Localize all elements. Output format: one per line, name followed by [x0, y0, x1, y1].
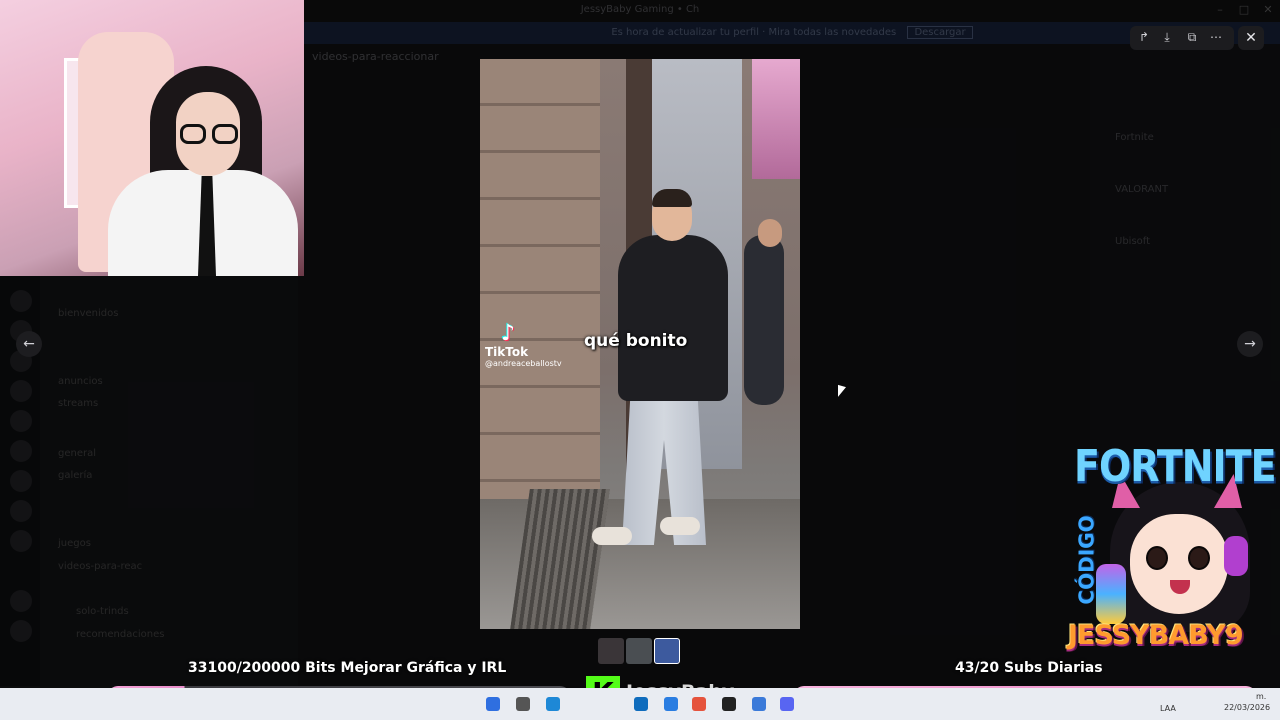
headphone-icon [1224, 536, 1248, 576]
edge-icon[interactable] [546, 697, 560, 711]
input-language[interactable]: LAA [1160, 704, 1176, 713]
server-icon[interactable] [10, 290, 32, 312]
channel-item[interactable]: recomendaciones [76, 629, 164, 640]
media-thumbnail[interactable] [598, 638, 624, 664]
tiktok-icon: ♪ [500, 321, 516, 346]
channel-item[interactable]: general [58, 448, 96, 459]
avatar-face [1130, 514, 1228, 614]
server-icon[interactable] [10, 500, 32, 522]
webcam-feed [0, 0, 304, 276]
server-icon[interactable] [10, 530, 32, 552]
open-external-icon[interactable]: ⧉ [1183, 30, 1201, 45]
server-icon[interactable] [10, 440, 32, 462]
background-person-head [758, 219, 782, 247]
next-media-button[interactable]: → [1237, 331, 1263, 357]
pink-sign [752, 59, 800, 179]
codigo-label: CÓDIGO [1074, 515, 1099, 605]
channel-item[interactable]: videos-para-reac [58, 561, 142, 572]
outlook-icon[interactable] [634, 697, 648, 711]
llama-pinata-icon [1096, 564, 1126, 624]
maximize-button[interactable]: □ [1236, 3, 1252, 16]
man-jacket [618, 235, 728, 401]
glasses [180, 124, 240, 146]
discord-icon[interactable] [780, 697, 794, 711]
forward-icon[interactable]: ↱ [1135, 30, 1153, 44]
channel-item[interactable]: bienvenidos [58, 308, 118, 319]
clock-time: m. [1256, 692, 1267, 701]
fortnite-code-promo: FORTNITE CÓDIGO JESSYBABY9 [1050, 440, 1277, 668]
notepad-icon[interactable] [752, 697, 766, 711]
stone-wall [480, 59, 600, 529]
video-caption: qué bonito [584, 331, 688, 351]
channel-item[interactable]: galería [58, 470, 92, 481]
server-icon[interactable] [10, 470, 32, 492]
man-hair [652, 189, 692, 207]
member-item[interactable]: Fortnite [1115, 132, 1154, 143]
search-icon[interactable] [516, 697, 530, 711]
shoe [660, 517, 700, 535]
member-item[interactable]: Ubisoft [1115, 236, 1150, 247]
tiktok-username: @andreaceballostv [485, 359, 562, 368]
avatar-eye [1146, 546, 1168, 570]
media-thumbnail[interactable] [626, 638, 652, 664]
channel-name: videos-para-reaccionar [312, 50, 439, 63]
notice-text: Es hora de actualizar tu perfil · Mira t… [611, 27, 897, 38]
store-icon[interactable] [664, 697, 678, 711]
server-icon[interactable] [10, 590, 32, 612]
server-icon[interactable] [10, 620, 32, 642]
server-icon[interactable] [10, 380, 32, 402]
brave-icon[interactable] [692, 697, 706, 711]
previous-media-button[interactable]: ← [16, 331, 42, 357]
download-icon[interactable]: ⤓ [1158, 30, 1176, 45]
channel-item[interactable]: juegos [58, 538, 91, 549]
more-icon[interactable]: ⋯ [1207, 30, 1225, 44]
shoe [592, 527, 632, 545]
channel-item[interactable]: anuncios [58, 376, 103, 387]
close-viewer-button[interactable]: ✕ [1238, 26, 1264, 50]
creator-code: JESSYBABY9 [1068, 620, 1244, 651]
media-thumbnail-selected[interactable] [654, 638, 680, 664]
bits-goal-text: 33100/200000 Bits Mejorar Gráfica y IRL [188, 660, 507, 676]
window-close-button[interactable]: ✕ [1260, 3, 1276, 16]
obs-icon[interactable] [722, 697, 736, 711]
tiktok-brand: TikTok [485, 345, 529, 359]
minimize-button[interactable]: – [1212, 3, 1228, 16]
avatar-eye [1188, 546, 1210, 570]
channel-list [40, 276, 298, 686]
member-item[interactable]: VALORANT [1115, 184, 1168, 195]
mouse-cursor-icon [838, 384, 846, 400]
server-icon[interactable] [10, 410, 32, 432]
media-video[interactable]: ♪ TikTok @andreaceballostv qué bonito [480, 59, 800, 629]
background-person [744, 235, 784, 405]
windows-start-icon[interactable] [486, 697, 500, 711]
clock-date: 22/03/2026 [1224, 703, 1271, 712]
channel-item[interactable]: streams [58, 398, 98, 409]
channel-item[interactable]: solo-trinds [76, 606, 129, 617]
fortnite-title: FORTNITE [1074, 440, 1277, 492]
notice-button[interactable]: Descargar [907, 26, 973, 39]
